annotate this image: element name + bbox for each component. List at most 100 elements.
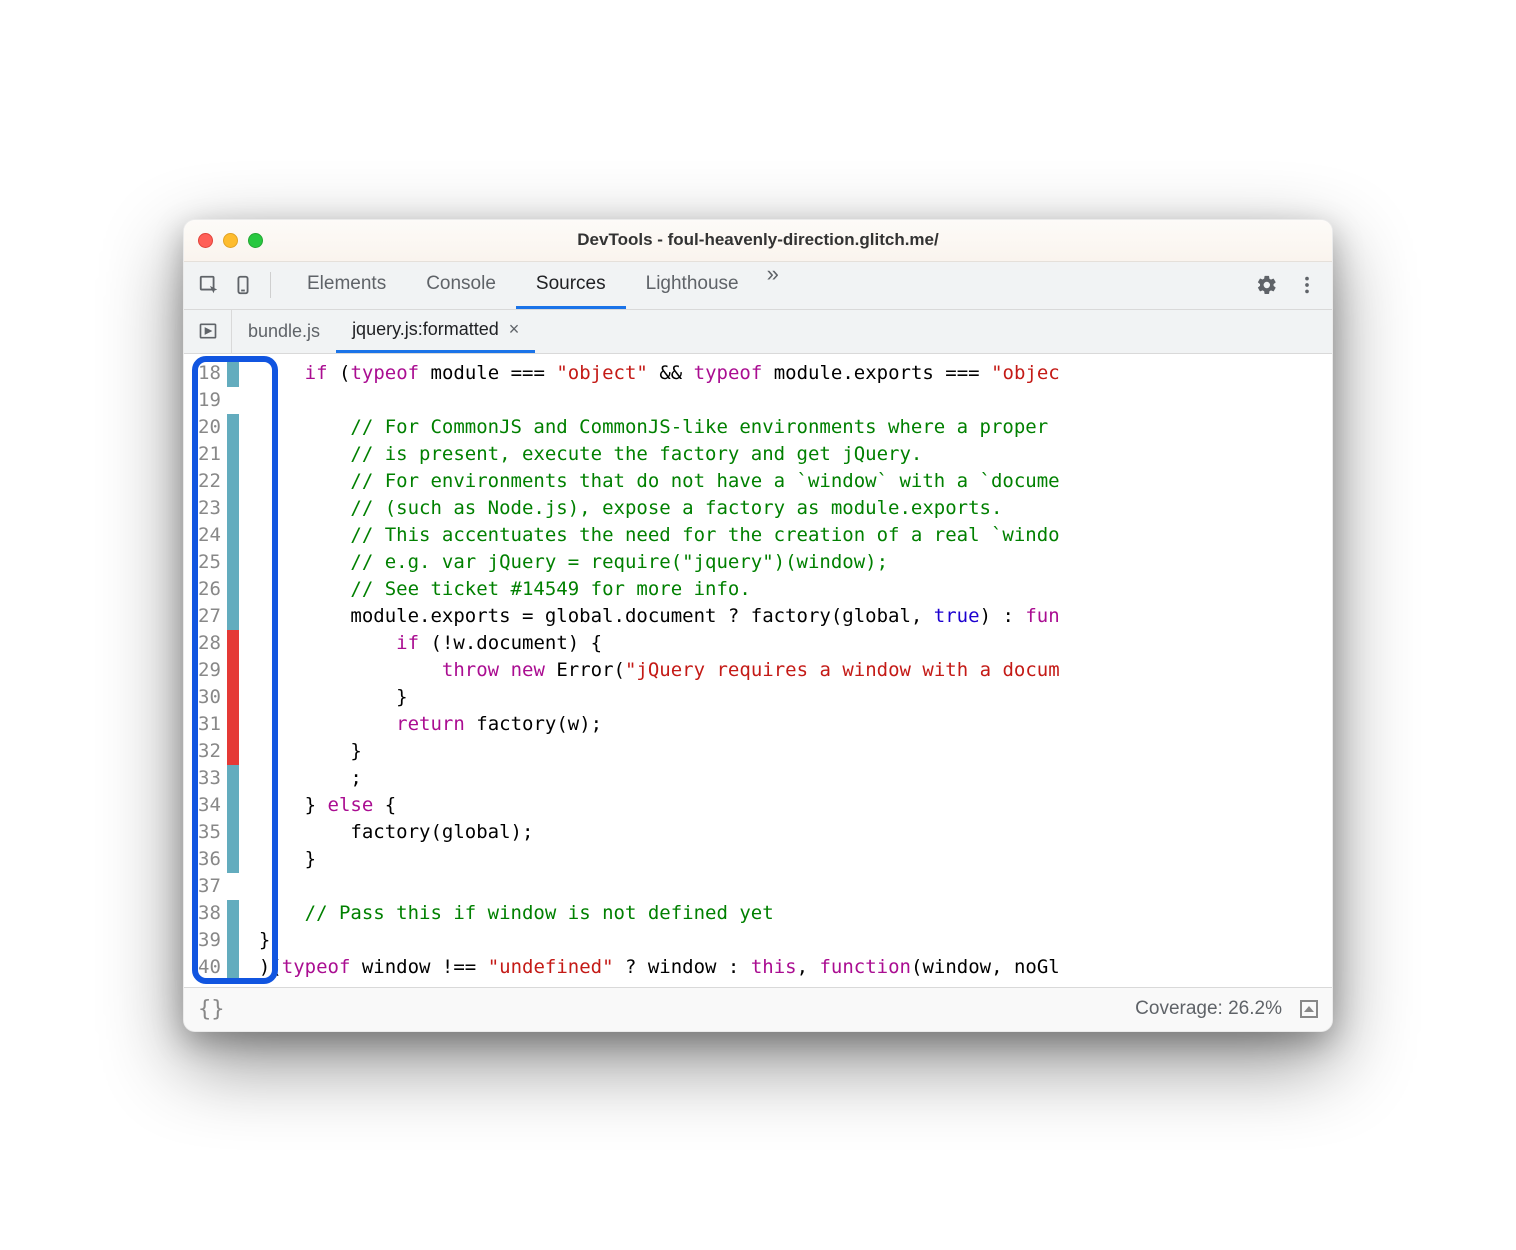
coverage-marker [227, 549, 239, 576]
code-line[interactable]: module.exports = global.document ? facto… [259, 603, 1332, 630]
file-tab-bundle[interactable]: bundle.js [232, 310, 336, 353]
coverage-marker [227, 657, 239, 684]
gear-icon[interactable] [1252, 270, 1282, 300]
titlebar: DevTools - foul-heavenly-direction.glitc… [184, 220, 1332, 262]
line-number[interactable]: 37 [198, 873, 221, 900]
tab-elements[interactable]: Elements [287, 261, 406, 309]
zoom-window-button[interactable] [248, 233, 263, 248]
tab-sources[interactable]: Sources [516, 261, 626, 309]
coverage-marker [227, 414, 239, 441]
coverage-marker [227, 630, 239, 657]
code-line[interactable]: throw new Error("jQuery requires a windo… [259, 657, 1332, 684]
kebab-menu-icon[interactable] [1292, 270, 1322, 300]
coverage-marker [227, 387, 239, 414]
code-line[interactable]: // is present, execute the factory and g… [259, 441, 1332, 468]
file-tab-jquery[interactable]: jquery.js:formatted × [336, 310, 535, 353]
code-line[interactable]: } else { [259, 792, 1332, 819]
code-line[interactable]: } [259, 846, 1332, 873]
close-icon[interactable]: × [509, 319, 520, 340]
line-number[interactable]: 34 [198, 792, 221, 819]
code-line[interactable]: if (typeof module === "object" && typeof… [259, 360, 1332, 387]
code-line[interactable]: // See ticket #14549 for more info. [259, 576, 1332, 603]
line-number[interactable]: 38 [198, 900, 221, 927]
navigator-toggle-icon[interactable] [184, 310, 232, 353]
line-number[interactable]: 20 [198, 414, 221, 441]
code-line[interactable]: factory(global); [259, 819, 1332, 846]
coverage-marker [227, 360, 239, 387]
coverage-marker [227, 792, 239, 819]
line-number[interactable]: 30 [198, 684, 221, 711]
coverage-marker [227, 927, 239, 954]
code-line[interactable]: if (!w.document) { [259, 630, 1332, 657]
code-line[interactable]: } [259, 738, 1332, 765]
device-toolbar-icon[interactable] [228, 270, 258, 300]
coverage-marker [227, 576, 239, 603]
code-line[interactable]: // Pass this if window is not defined ye… [259, 900, 1332, 927]
code-line[interactable] [259, 873, 1332, 900]
file-tabs: bundle.js jquery.js:formatted × [184, 310, 1332, 354]
line-number[interactable]: 25 [198, 549, 221, 576]
line-number[interactable]: 24 [198, 522, 221, 549]
line-number[interactable]: 36 [198, 846, 221, 873]
code-line[interactable]: ; [259, 765, 1332, 792]
code-line[interactable] [259, 387, 1332, 414]
code-line[interactable]: // (such as Node.js), expose a factory a… [259, 495, 1332, 522]
pretty-print-icon[interactable]: {} [198, 997, 225, 1022]
tab-console[interactable]: Console [406, 261, 516, 309]
code-line[interactable]: )(typeof window !== "undefined" ? window… [259, 954, 1332, 981]
line-number[interactable]: 40 [198, 954, 221, 981]
line-number[interactable]: 22 [198, 468, 221, 495]
code-line[interactable]: } [259, 927, 1332, 954]
code-line[interactable]: // For CommonJS and CommonJS-like enviro… [259, 414, 1332, 441]
code-line[interactable]: return factory(w); [259, 711, 1332, 738]
devtools-window: DevTools - foul-heavenly-direction.glitc… [183, 219, 1333, 1032]
main-tabs: Elements Console Sources Lighthouse » [287, 261, 1240, 309]
code-content[interactable]: if (typeof module === "object" && typeof… [239, 354, 1332, 987]
line-number[interactable]: 28 [198, 630, 221, 657]
file-tab-label: bundle.js [248, 321, 320, 342]
line-number[interactable]: 21 [198, 441, 221, 468]
coverage-marker [227, 900, 239, 927]
coverage-marker [227, 873, 239, 900]
window-title: DevTools - foul-heavenly-direction.glitc… [577, 230, 938, 250]
code-line[interactable]: // For environments that do not have a `… [259, 468, 1332, 495]
inspect-element-icon[interactable] [194, 270, 224, 300]
coverage-marker [227, 468, 239, 495]
coverage-marker [227, 765, 239, 792]
divider [270, 272, 271, 298]
line-number[interactable]: 33 [198, 765, 221, 792]
coverage-marker [227, 711, 239, 738]
coverage-marker [227, 738, 239, 765]
coverage-marker [227, 603, 239, 630]
minimize-window-button[interactable] [223, 233, 238, 248]
tab-lighthouse[interactable]: Lighthouse [626, 261, 759, 309]
line-number[interactable]: 31 [198, 711, 221, 738]
tabs-overflow-button[interactable]: » [759, 261, 787, 309]
coverage-status: Coverage: 26.2% [1135, 998, 1282, 1020]
coverage-marker [227, 954, 239, 981]
coverage-marker [227, 495, 239, 522]
line-number[interactable]: 26 [198, 576, 221, 603]
line-number[interactable]: 32 [198, 738, 221, 765]
line-number[interactable]: 27 [198, 603, 221, 630]
coverage-marker [227, 819, 239, 846]
line-number[interactable]: 29 [198, 657, 221, 684]
line-number[interactable]: 35 [198, 819, 221, 846]
main-toolbar: Elements Console Sources Lighthouse » [184, 262, 1332, 310]
coverage-column [227, 360, 239, 981]
code-line[interactable]: } [259, 684, 1332, 711]
coverage-marker [227, 846, 239, 873]
gutter: 1819202122232425262728293031323334353637… [184, 354, 239, 987]
code-line[interactable]: // This accentuates the need for the cre… [259, 522, 1332, 549]
line-number[interactable]: 39 [198, 927, 221, 954]
line-number[interactable]: 19 [198, 387, 221, 414]
collapse-icon[interactable] [1300, 1000, 1318, 1018]
traffic-lights [198, 233, 263, 248]
line-numbers: 1819202122232425262728293031323334353637… [184, 360, 227, 981]
code-editor[interactable]: 1819202122232425262728293031323334353637… [184, 354, 1332, 987]
close-window-button[interactable] [198, 233, 213, 248]
line-number[interactable]: 23 [198, 495, 221, 522]
coverage-marker [227, 522, 239, 549]
line-number[interactable]: 18 [198, 360, 221, 387]
code-line[interactable]: // e.g. var jQuery = require("jquery")(w… [259, 549, 1332, 576]
